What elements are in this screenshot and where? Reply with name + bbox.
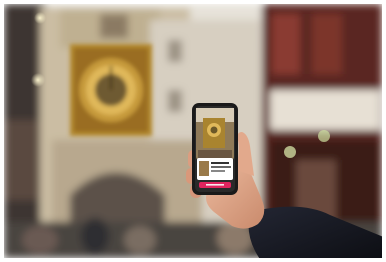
photo bbox=[0, 0, 386, 262]
street-scene bbox=[0, 0, 386, 262]
smartphone bbox=[192, 103, 238, 195]
gros-horloge-clock bbox=[70, 44, 152, 136]
